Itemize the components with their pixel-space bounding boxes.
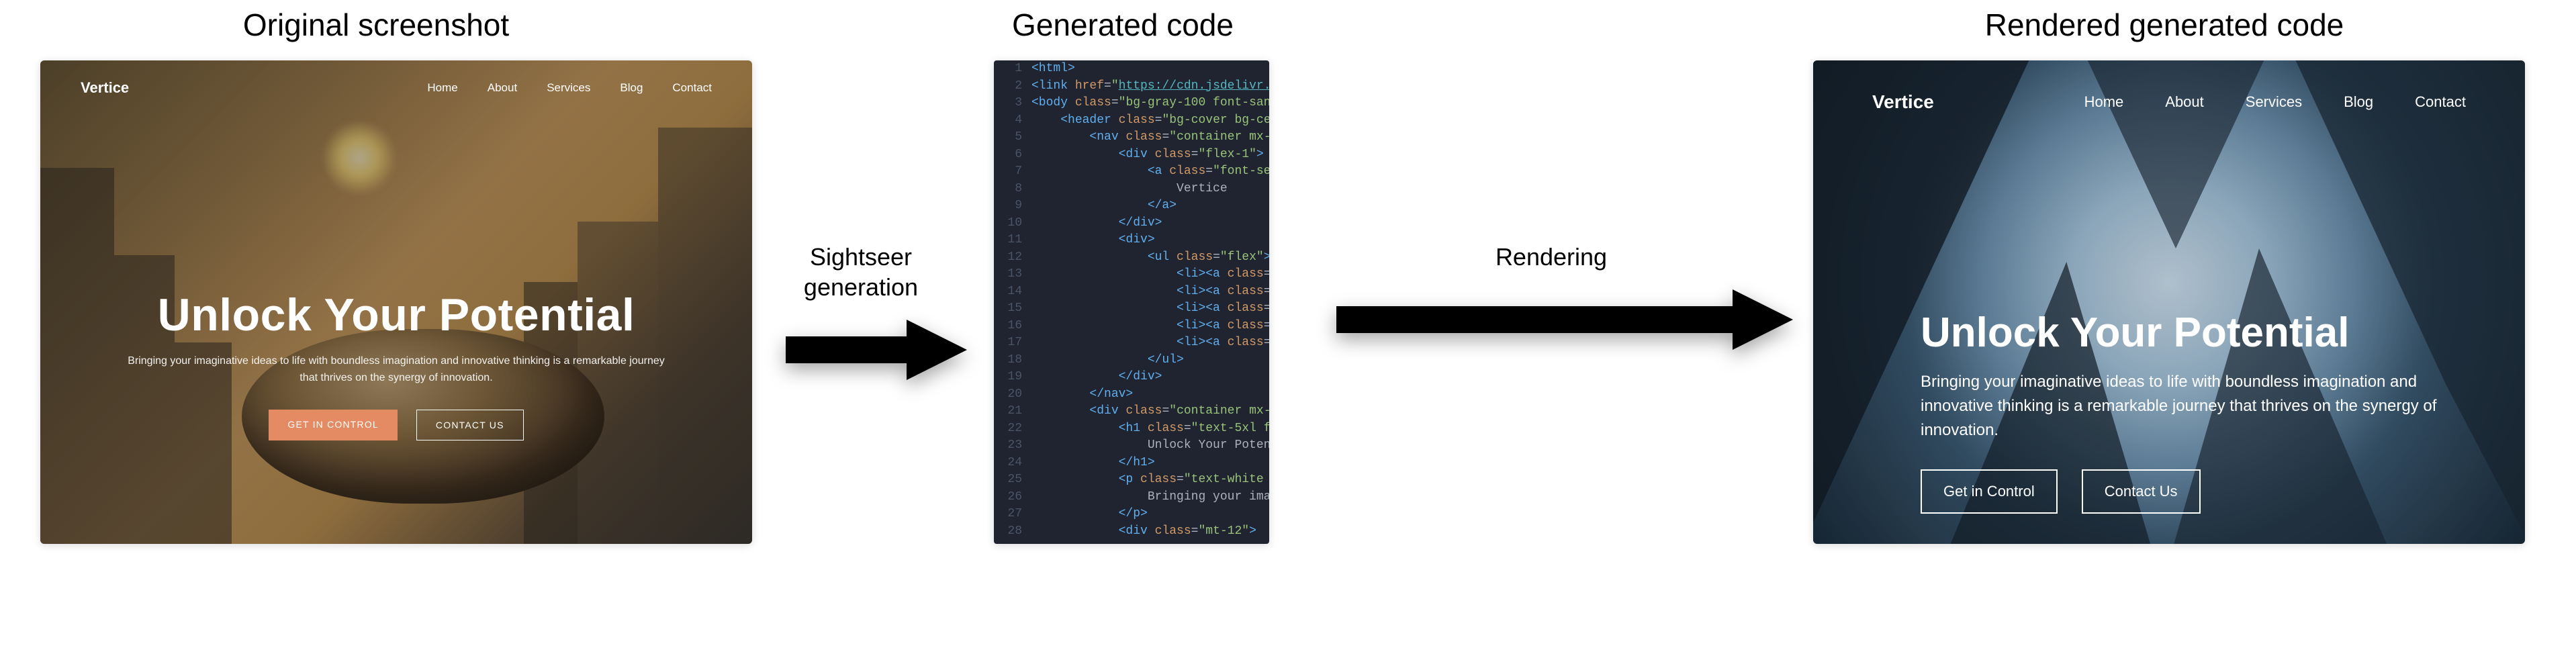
title-code: Generated code bbox=[935, 7, 1311, 43]
original-nav-services[interactable]: Services bbox=[547, 81, 590, 95]
original-heading: Unlock Your Potential bbox=[121, 289, 672, 341]
code-line: 13 <li><a class="tex bbox=[994, 266, 1269, 283]
code-line: 26 Bringing your imagina bbox=[994, 489, 1269, 506]
code-line: 7 <a class="font-semibo bbox=[994, 163, 1269, 181]
original-hero: Unlock Your Potential Bringing your imag… bbox=[40, 289, 752, 440]
original-navbar: Vertice Home About Services Blog Contact bbox=[40, 79, 752, 97]
arrow-right-icon bbox=[1330, 276, 1800, 363]
original-brand[interactable]: Vertice bbox=[81, 79, 129, 97]
code-line: 1<html> bbox=[994, 60, 1269, 78]
code-line: 22 <h1 class="text-5xl font bbox=[994, 420, 1269, 438]
original-cta-secondary[interactable]: CONTACT US bbox=[416, 410, 524, 440]
code-line: 21 <div class="container mx-auto bbox=[994, 403, 1269, 420]
original-nav-blog[interactable]: Blog bbox=[620, 81, 643, 95]
title-rendered: Rendered generated code bbox=[1793, 7, 2536, 43]
code-line: 17 <li><a class="tex bbox=[994, 334, 1269, 352]
rendered-brand[interactable]: Vertice bbox=[1872, 91, 1934, 113]
rendered-subheading: Bringing your imaginative ideas to life … bbox=[1921, 370, 2444, 442]
code-line: 28 <div class="mt-12"> bbox=[994, 523, 1269, 541]
rendered-nav-about[interactable]: About bbox=[2165, 93, 2204, 111]
rendered-hero: Unlock Your Potential Bringing your imag… bbox=[1921, 309, 2444, 514]
rendered-navbar: Vertice Home About Services Blog Contact bbox=[1813, 91, 2525, 113]
original-screenshot-panel: Vertice Home About Services Blog Contact… bbox=[40, 60, 752, 544]
rendered-nav-services[interactable]: Services bbox=[2246, 93, 2302, 111]
code-line: 15 <li><a class="tex bbox=[994, 300, 1269, 318]
original-cta-primary[interactable]: GET IN CONTROL bbox=[269, 410, 398, 440]
rendered-cta-secondary[interactable]: Contact Us bbox=[2082, 469, 2201, 514]
rendered-nav-home[interactable]: Home bbox=[2084, 93, 2124, 111]
code-line: 10 </div> bbox=[994, 215, 1269, 232]
code-line: 18 </ul> bbox=[994, 352, 1269, 369]
code-line: 11 <div> bbox=[994, 232, 1269, 249]
code-line: 14 <li><a class="tex bbox=[994, 283, 1269, 301]
code-line: 16 <li><a class="tex bbox=[994, 318, 1269, 335]
arrow1-label: Sightseer generation bbox=[774, 242, 948, 302]
original-nav-home[interactable]: Home bbox=[427, 81, 457, 95]
rendered-nav-blog[interactable]: Blog bbox=[2344, 93, 2373, 111]
code-line: 2<link href="https://cdn.jsdelivr.net bbox=[994, 78, 1269, 95]
arrow-sightseer-generation: Sightseer generation bbox=[779, 242, 974, 393]
code-line: 3<body class="bg-gray-100 font-sans bbox=[994, 95, 1269, 112]
code-line: 6 <div class="flex-1"> bbox=[994, 146, 1269, 164]
code-line: 5 <nav class="container mx-aut bbox=[994, 129, 1269, 146]
code-line: 9 </a> bbox=[994, 197, 1269, 215]
code-line: 20 </nav> bbox=[994, 386, 1269, 404]
title-original: Original screenshot bbox=[0, 7, 752, 43]
code-line: 19 </div> bbox=[994, 369, 1269, 386]
code-line: 8 Vertice bbox=[994, 181, 1269, 198]
arrow-right-icon bbox=[779, 306, 974, 393]
code-line: 24 </h1> bbox=[994, 455, 1269, 472]
arrow-rendering: Rendering bbox=[1330, 242, 1800, 363]
code-line: 25 <p class="text-white tex bbox=[994, 471, 1269, 489]
original-nav-contact[interactable]: Contact bbox=[672, 81, 712, 95]
code-line: 23 Unlock Your Potentia bbox=[994, 437, 1269, 455]
arrow2-label: Rendering bbox=[1464, 242, 1639, 272]
generated-code-panel: 1<html>2<link href="https://cdn.jsdelivr… bbox=[994, 60, 1269, 544]
rendered-heading: Unlock Your Potential bbox=[1921, 309, 2444, 357]
original-subheading: Bringing your imaginative ideas to life … bbox=[121, 353, 672, 387]
original-nav-about[interactable]: About bbox=[488, 81, 517, 95]
rendered-output-panel: Vertice Home About Services Blog Contact… bbox=[1813, 60, 2525, 544]
rendered-cta-primary[interactable]: Get in Control bbox=[1921, 469, 2058, 514]
code-line: 27 </p> bbox=[994, 506, 1269, 523]
code-line: 4 <header class="bg-cover bg-cente bbox=[994, 112, 1269, 130]
rendered-nav-contact[interactable]: Contact bbox=[2415, 93, 2466, 111]
code-line: 12 <ul class="flex"> bbox=[994, 249, 1269, 267]
